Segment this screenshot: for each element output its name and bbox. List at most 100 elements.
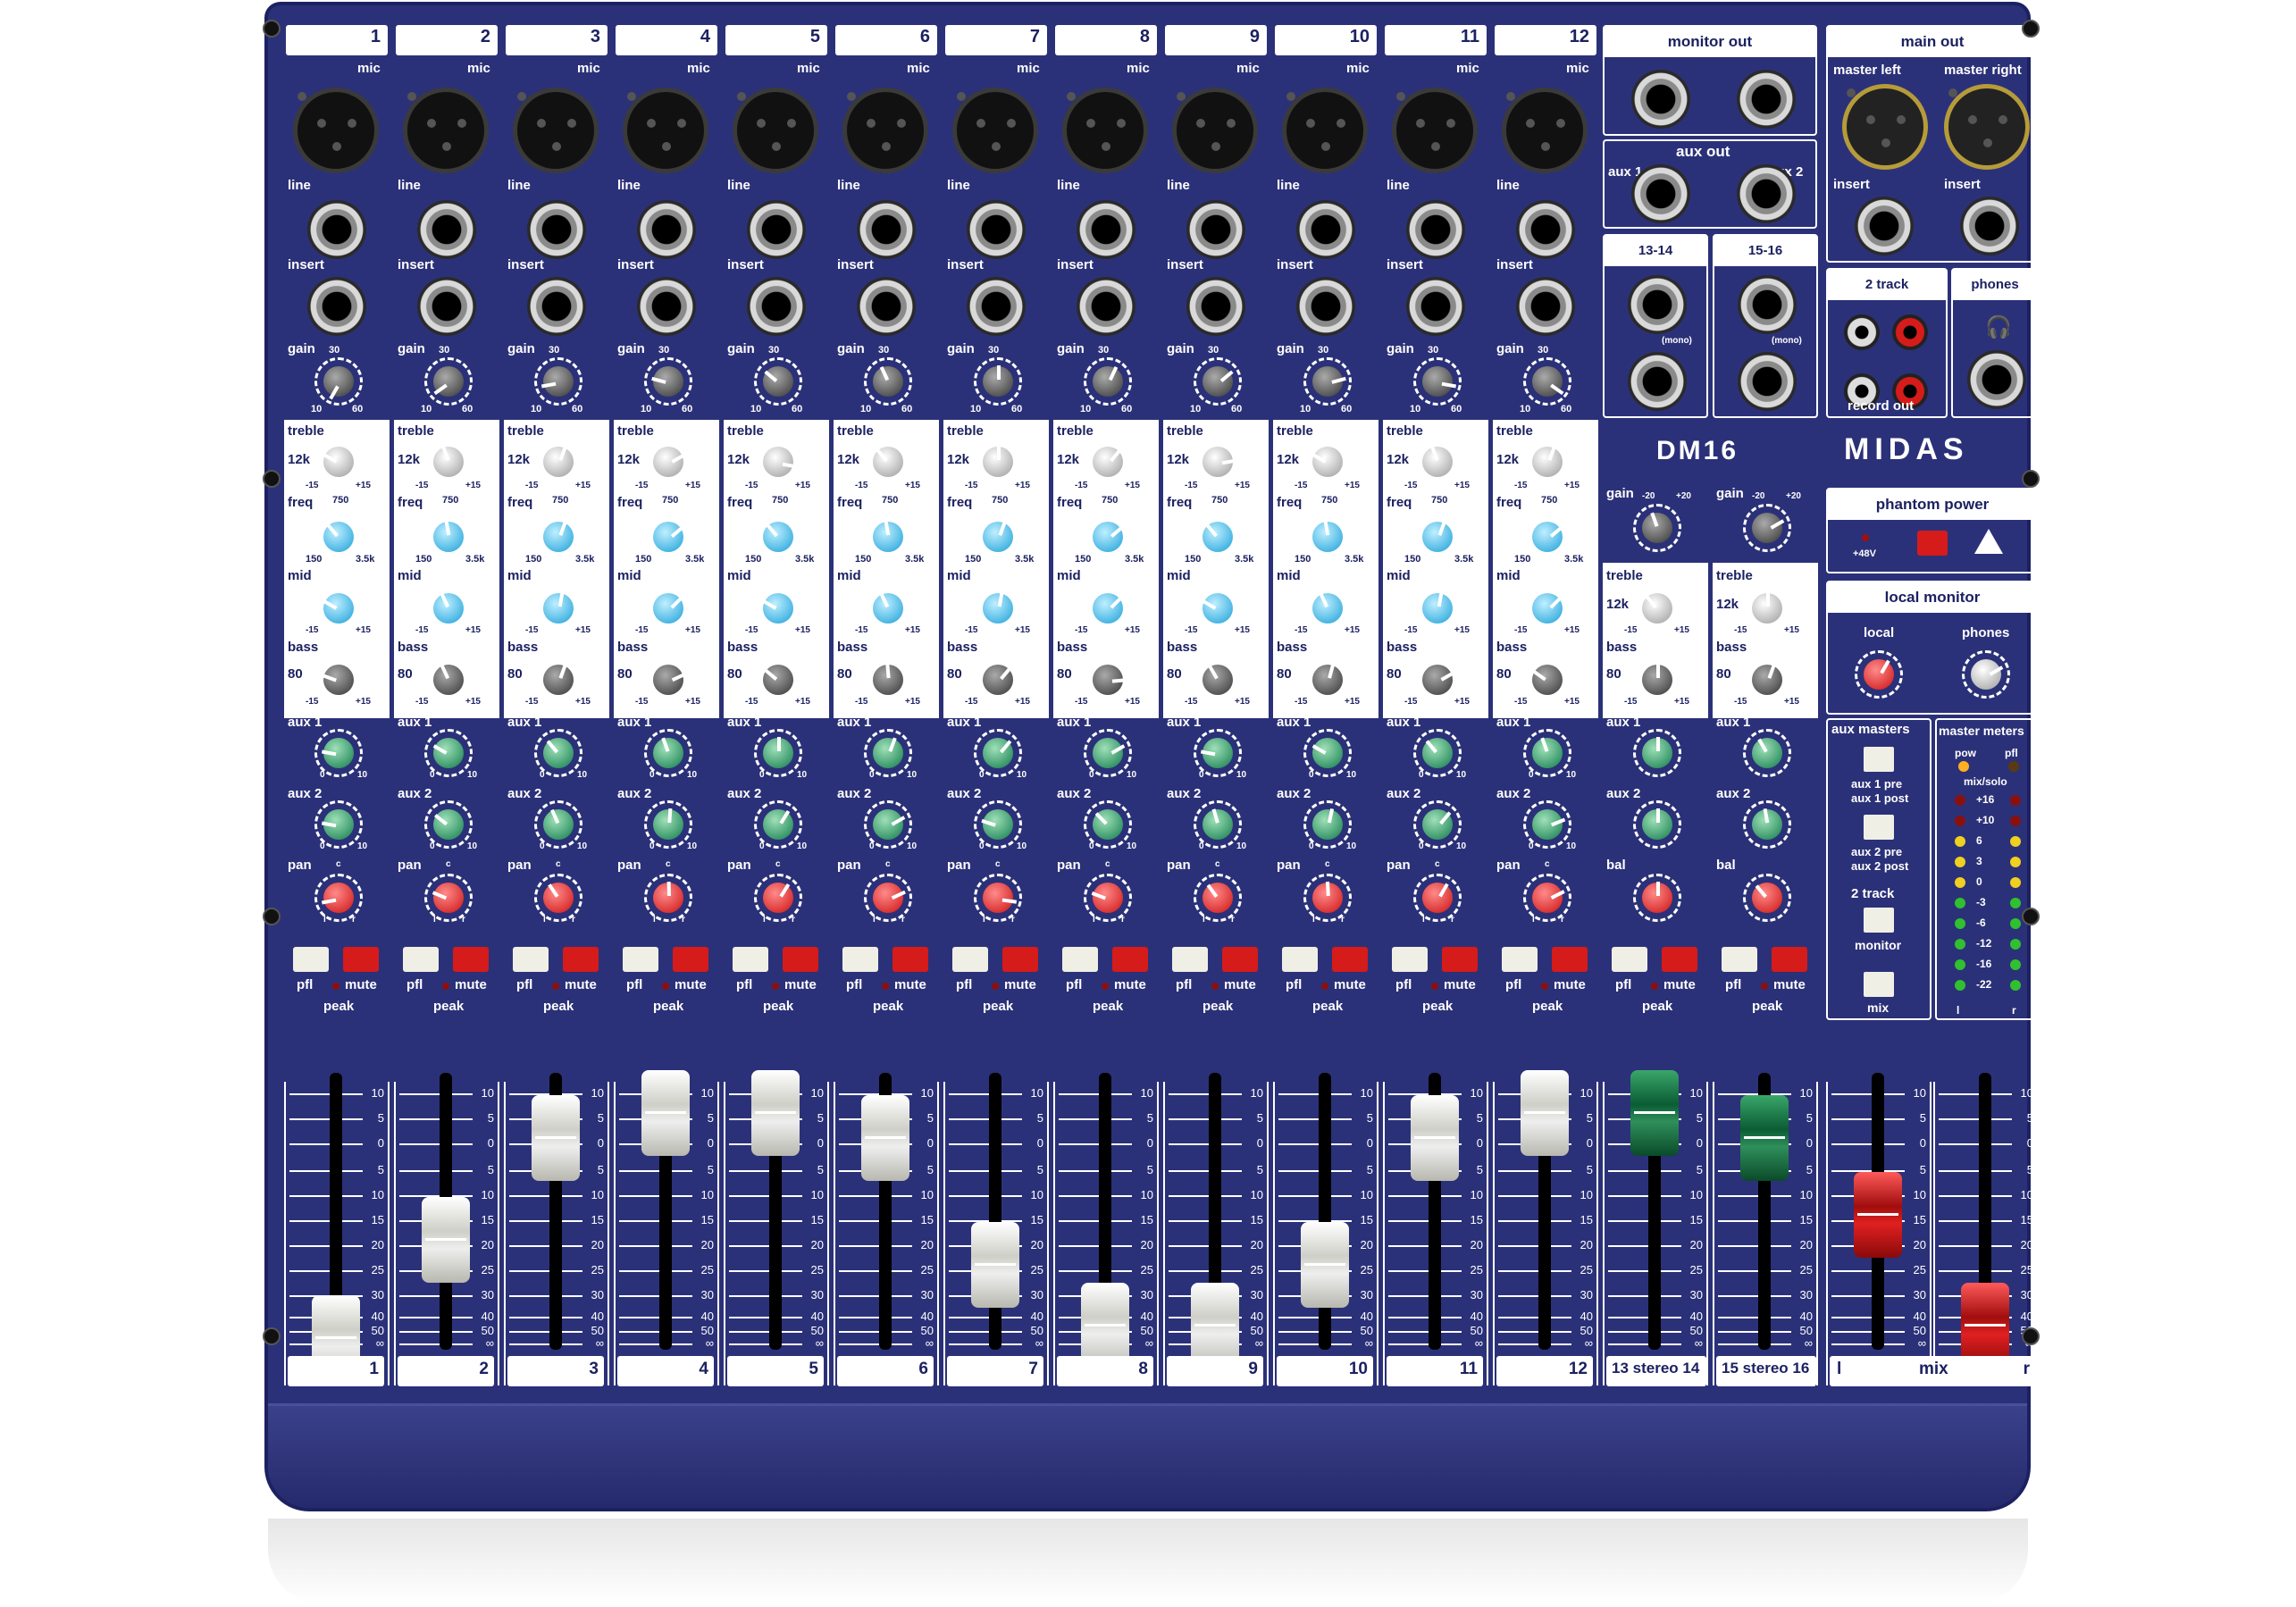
mute-button[interactable] <box>453 947 489 972</box>
pfl-button[interactable] <box>293 947 329 972</box>
gain-knob[interactable] <box>534 357 582 406</box>
insert-jack[interactable] <box>637 277 696 336</box>
pfl-button[interactable] <box>1722 947 1757 972</box>
pfl-button[interactable] <box>952 947 988 972</box>
channel-fader-cap[interactable] <box>751 1070 800 1156</box>
xlr-mic-input[interactable] <box>733 88 818 173</box>
line-input-jack[interactable] <box>1186 200 1245 259</box>
line-input-jack[interactable] <box>417 200 476 259</box>
line-input-jack[interactable] <box>747 200 806 259</box>
gain-knob[interactable] <box>644 357 692 406</box>
pfl-button[interactable] <box>1282 947 1318 972</box>
gain-knob[interactable] <box>1413 357 1462 406</box>
stereo-fader-cap[interactable] <box>1630 1070 1679 1156</box>
insert-jack[interactable] <box>1406 277 1465 336</box>
treble-knob[interactable] <box>644 438 692 486</box>
xlr-mic-input[interactable] <box>403 88 489 173</box>
gain-knob[interactable] <box>424 357 473 406</box>
insert-jack[interactable] <box>967 277 1026 336</box>
insert-jack[interactable] <box>307 277 366 336</box>
monitor-out-r-jack[interactable] <box>1737 70 1796 129</box>
channel-fader-cap[interactable] <box>1521 1070 1569 1156</box>
mute-button[interactable] <box>1002 947 1038 972</box>
line-input-jack[interactable] <box>1406 200 1465 259</box>
line-input-jack[interactable] <box>307 200 366 259</box>
insert-jack[interactable] <box>527 277 586 336</box>
xlr-mic-input[interactable] <box>1392 88 1478 173</box>
treble-knob[interactable] <box>974 438 1022 486</box>
pfl-button[interactable] <box>842 947 878 972</box>
xlr-mic-input[interactable] <box>1172 88 1258 173</box>
channel-fader-cap[interactable] <box>532 1095 580 1181</box>
treble-knob[interactable] <box>1194 438 1242 486</box>
mute-button[interactable] <box>892 947 928 972</box>
channel-fader-cap[interactable] <box>971 1222 1019 1308</box>
insert-jack[interactable] <box>1516 277 1575 336</box>
treble-knob[interactable] <box>1303 438 1352 486</box>
channel-fader-cap[interactable] <box>422 1197 470 1283</box>
insert-jack[interactable] <box>1296 277 1355 336</box>
gain-knob[interactable] <box>1523 357 1571 406</box>
stereo-input-l-jack[interactable] <box>1738 275 1797 334</box>
bal-knob[interactable] <box>1633 874 1681 922</box>
mute-button[interactable] <box>343 947 379 972</box>
xlr-mic-input[interactable] <box>1282 88 1368 173</box>
channel-fader-cap[interactable] <box>641 1070 690 1156</box>
treble-knob[interactable] <box>754 438 802 486</box>
mute-button[interactable] <box>563 947 599 972</box>
line-input-jack[interactable] <box>1296 200 1355 259</box>
mute-button[interactable] <box>1112 947 1148 972</box>
mute-button[interactable] <box>1222 947 1258 972</box>
stereo-aux1-knob[interactable] <box>1743 729 1791 777</box>
aux-out-1-jack[interactable] <box>1631 164 1690 223</box>
treble-knob[interactable] <box>1413 438 1462 486</box>
treble-knob[interactable] <box>424 438 473 486</box>
mix-left-fader-cap[interactable] <box>1854 1172 1902 1258</box>
pfl-button[interactable] <box>1172 947 1208 972</box>
xlr-mic-input[interactable] <box>842 88 928 173</box>
insert-jack[interactable] <box>747 277 806 336</box>
line-input-jack[interactable] <box>1516 200 1575 259</box>
line-input-jack[interactable] <box>967 200 1026 259</box>
channel-fader-cap[interactable] <box>861 1095 909 1181</box>
gain-knob[interactable] <box>974 357 1022 406</box>
xlr-mic-input[interactable] <box>513 88 599 173</box>
mute-button[interactable] <box>1662 947 1697 972</box>
mute-button[interactable] <box>1552 947 1588 972</box>
treble-knob[interactable] <box>864 438 912 486</box>
gain-knob[interactable] <box>314 357 363 406</box>
gain-knob[interactable] <box>1084 357 1132 406</box>
line-input-jack[interactable] <box>637 200 696 259</box>
pfl-button[interactable] <box>1392 947 1428 972</box>
mute-button[interactable] <box>673 947 708 972</box>
mute-button[interactable] <box>1332 947 1368 972</box>
channel-fader-cap[interactable] <box>1411 1095 1459 1181</box>
pfl-button[interactable] <box>403 947 439 972</box>
stereo-aux2-knob[interactable] <box>1633 800 1681 849</box>
xlr-mic-input[interactable] <box>1502 88 1588 173</box>
gain-knob[interactable] <box>1194 357 1242 406</box>
aux-out-2-jack[interactable] <box>1737 164 1796 223</box>
mute-button[interactable] <box>1442 947 1478 972</box>
line-input-jack[interactable] <box>857 200 916 259</box>
pfl-button[interactable] <box>1612 947 1647 972</box>
treble-knob[interactable] <box>314 438 363 486</box>
pfl-button[interactable] <box>513 947 549 972</box>
xlr-mic-input[interactable] <box>952 88 1038 173</box>
insert-jack[interactable] <box>417 277 476 336</box>
stereo-fader-cap[interactable] <box>1740 1095 1789 1181</box>
insert-jack[interactable] <box>1077 277 1135 336</box>
insert-jack[interactable] <box>857 277 916 336</box>
xlr-mic-input[interactable] <box>1062 88 1148 173</box>
stereo-input-r-jack[interactable] <box>1628 352 1687 411</box>
stereo-input-l-jack[interactable] <box>1628 275 1687 334</box>
line-input-jack[interactable] <box>527 200 586 259</box>
gain-knob[interactable] <box>864 357 912 406</box>
pfl-button[interactable] <box>1062 947 1098 972</box>
treble-knob[interactable] <box>1523 438 1571 486</box>
treble-knob[interactable] <box>534 438 582 486</box>
monitor-out-l-jack[interactable] <box>1631 70 1690 129</box>
xlr-mic-input[interactable] <box>293 88 379 173</box>
treble-knob[interactable] <box>1084 438 1132 486</box>
pfl-button[interactable] <box>733 947 768 972</box>
